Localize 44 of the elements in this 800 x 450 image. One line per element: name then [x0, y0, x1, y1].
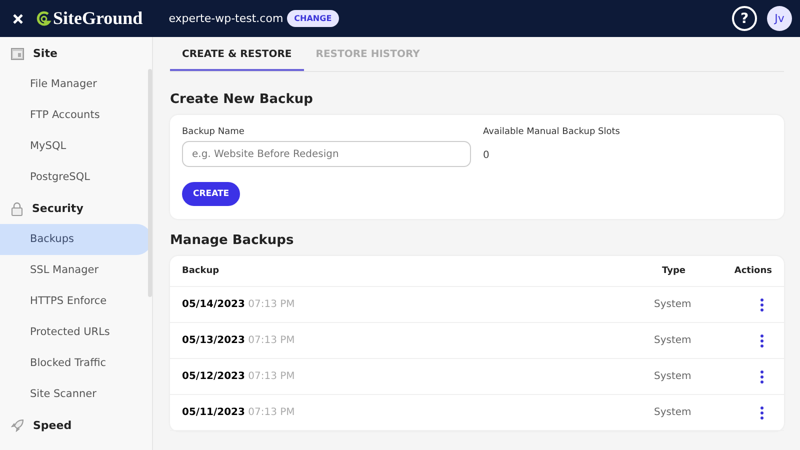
- section-title: Manage Backups: [170, 233, 295, 248]
- more-icon[interactable]: [760, 298, 764, 312]
- more-icon[interactable]: [760, 370, 764, 384]
- table-cell-text: System: [654, 299, 692, 310]
- sidebar-item[interactable]: MySQL: [0, 131, 152, 162]
- field-label: Backup Name: [182, 127, 246, 137]
- column-header: Actions: [733, 266, 772, 276]
- slots-value: 0: [483, 150, 490, 161]
- site-name: experte-wp-test.com: [168, 12, 284, 25]
- help-button[interactable]: ?: [732, 6, 757, 31]
- lock-icon: [11, 202, 23, 216]
- rocket-icon: [11, 419, 24, 432]
- table-cell-text: 05/14/2023 07:13 PM: [182, 299, 296, 310]
- avatar[interactable]: Jv: [767, 6, 792, 31]
- window-icon: [11, 48, 24, 60]
- table-cell-text: 05/12/2023 07:13 PM: [182, 371, 296, 382]
- column-header: Type: [662, 266, 686, 276]
- more-icon[interactable]: [760, 406, 764, 420]
- more-icon[interactable]: [760, 334, 764, 348]
- column-header: Backup: [182, 266, 220, 276]
- table-cell-text: 05/11/2023 07:13 PM: [182, 407, 296, 418]
- sidebar-item[interactable]: FTP Accounts: [0, 100, 152, 131]
- tab[interactable]: CREATE & RESTORE: [170, 37, 304, 71]
- field-label: Available Manual Backup Slots: [483, 127, 620, 137]
- table-cell-text: System: [654, 335, 692, 346]
- sidebar-item[interactable]: File Manager: [0, 69, 152, 100]
- logo-icon: [36, 10, 52, 28]
- sidebar-group-label[interactable]: Security: [32, 202, 84, 215]
- sidebar-item[interactable]: Blocked Traffic: [0, 348, 152, 379]
- table-cell-text: System: [654, 407, 692, 418]
- sidebar-item[interactable]: Protected URLs: [0, 317, 152, 348]
- sidebar-group-label[interactable]: Site: [33, 47, 58, 60]
- logo-text: SiteGround: [53, 8, 143, 29]
- table-cell-text: 05/13/2023 07:13 PM: [182, 335, 296, 346]
- section-title: Create New Backup: [170, 92, 314, 107]
- sidebar-group-label[interactable]: Speed: [33, 419, 72, 432]
- sidebar-item[interactable]: HTTPS Enforce: [0, 286, 152, 317]
- sidebar-item[interactable]: SSL Manager: [0, 255, 152, 286]
- backup-name-field[interactable]: e.g. Website Before Redesign: [182, 141, 471, 167]
- sidebar-item[interactable]: Site Scanner: [0, 379, 152, 410]
- table-cell-text: System: [654, 371, 692, 382]
- create-button[interactable]: CREATE: [182, 182, 240, 206]
- change-button[interactable]: CHANGE: [287, 10, 339, 27]
- sidebar-item[interactable]: PostgreSQL: [0, 162, 152, 193]
